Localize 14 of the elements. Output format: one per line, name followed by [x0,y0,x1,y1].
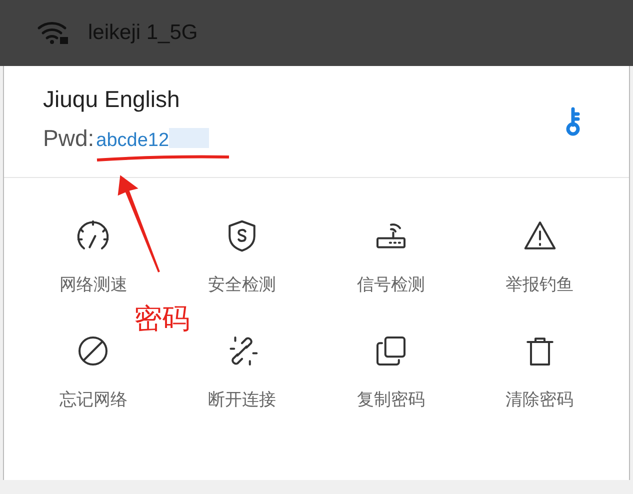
action-button[interactable]: 断开连接 [208,333,276,408]
action-button[interactable]: 信号检测 [356,218,425,293]
action-button[interactable]: 清除密码 [506,333,574,408]
blur-mask [169,128,210,148]
action-button[interactable]: 忘记网络 [59,333,128,408]
annotation-label: 密码 [134,305,190,333]
wifi-lock-icon [36,20,70,46]
action-button[interactable]: 复制密码 [356,333,425,408]
password-label: Pwd: [43,124,94,153]
action-button[interactable]: 安全检测 [208,218,276,293]
password-value: abcde12 [96,128,170,153]
action-button[interactable]: 举报钓鱼 [506,218,574,293]
network-title: Jiuqu English [43,88,181,111]
action-button[interactable]: 网络测速 [59,218,128,293]
